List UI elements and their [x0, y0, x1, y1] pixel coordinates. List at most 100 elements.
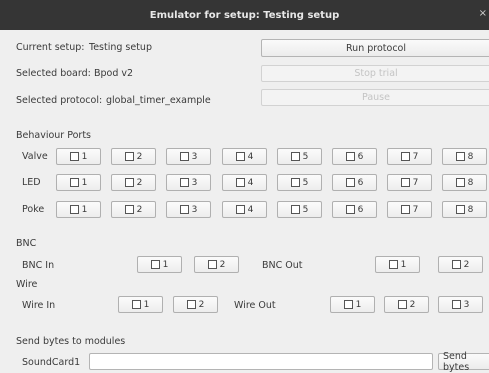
- checkbox-icon: [388, 260, 398, 269]
- port-number: 1: [400, 259, 407, 270]
- wire-in-2-checkbox[interactable]: 2: [173, 296, 218, 313]
- port-number: 2: [136, 151, 143, 162]
- checkbox-icon: [290, 205, 300, 214]
- checkbox-icon: [179, 205, 189, 214]
- behaviour-valve-port-7-checkbox[interactable]: 7: [387, 148, 432, 165]
- port-number: 1: [81, 177, 88, 188]
- behaviour-led-port-8-checkbox[interactable]: 8: [442, 174, 487, 191]
- behaviour-led-port-1-checkbox[interactable]: 1: [56, 174, 101, 191]
- behaviour-poke-port-8-checkbox[interactable]: 8: [442, 201, 487, 218]
- checkbox-icon: [179, 152, 189, 161]
- behaviour-valve-port-1-checkbox[interactable]: 1: [56, 148, 101, 165]
- checkbox-icon: [290, 152, 300, 161]
- port-number: 5: [302, 151, 309, 162]
- wire-out-1-checkbox[interactable]: 1: [330, 296, 375, 313]
- bnc-out-2-checkbox[interactable]: 2: [438, 256, 483, 273]
- window-title: Emulator for setup: Testing setup: [149, 9, 340, 21]
- behaviour-led-port-6-checkbox[interactable]: 6: [332, 174, 377, 191]
- port-number: 5: [302, 177, 309, 188]
- checkbox-icon: [451, 260, 461, 269]
- behaviour-ports-heading: Behaviour Ports: [16, 130, 92, 141]
- port-number: 3: [463, 299, 470, 310]
- port-number: 7: [412, 151, 419, 162]
- checkbox-icon: [345, 205, 355, 214]
- run-protocol-button[interactable]: Run protocol: [261, 39, 489, 57]
- behaviour-poke-port-6-checkbox[interactable]: 6: [332, 201, 377, 218]
- port-number: 3: [191, 177, 198, 188]
- behaviour-row-label: LED: [22, 177, 41, 188]
- port-number: 4: [247, 177, 254, 188]
- wire-in-label: Wire In: [22, 300, 56, 311]
- behaviour-valve-port-3-checkbox[interactable]: 3: [166, 148, 211, 165]
- port-number: 6: [357, 151, 364, 162]
- port-number: 2: [136, 204, 143, 215]
- behaviour-poke-port-5-checkbox[interactable]: 5: [277, 201, 322, 218]
- bnc-in-2-checkbox[interactable]: 2: [194, 256, 239, 273]
- wire-in-1-checkbox[interactable]: 1: [118, 296, 163, 313]
- module-name-label: SoundCard1: [22, 357, 81, 368]
- close-icon[interactable]: ×: [479, 8, 487, 19]
- behaviour-led-port-4-checkbox[interactable]: 4: [222, 174, 267, 191]
- checkbox-icon: [345, 178, 355, 187]
- behaviour-poke-port-7-checkbox[interactable]: 7: [387, 201, 432, 218]
- behaviour-poke-port-1-checkbox[interactable]: 1: [56, 201, 101, 218]
- port-number: 2: [463, 259, 470, 270]
- checkbox-icon: [69, 205, 79, 214]
- bnc-out-1-checkbox[interactable]: 1: [375, 256, 420, 273]
- checkbox-icon: [235, 205, 245, 214]
- bnc-out-label: BNC Out: [262, 260, 303, 271]
- send-bytes-button[interactable]: Send bytes: [438, 351, 489, 373]
- port-number: 2: [198, 299, 205, 310]
- behaviour-led-port-3-checkbox[interactable]: 3: [166, 174, 211, 191]
- port-number: 3: [191, 204, 198, 215]
- checkbox-icon: [455, 152, 465, 161]
- behaviour-valve-port-4-checkbox[interactable]: 4: [222, 148, 267, 165]
- behaviour-valve-port-5-checkbox[interactable]: 5: [277, 148, 322, 165]
- port-number: 2: [409, 299, 416, 310]
- send-bytes-input[interactable]: [89, 353, 433, 370]
- selected-board-value: Bpod v2: [94, 68, 134, 79]
- behaviour-poke-port-2-checkbox[interactable]: 2: [111, 201, 156, 218]
- port-number: 4: [247, 151, 254, 162]
- checkbox-icon: [400, 152, 410, 161]
- checkbox-icon: [235, 152, 245, 161]
- behaviour-poke-port-3-checkbox[interactable]: 3: [166, 201, 211, 218]
- port-number: 4: [247, 204, 254, 215]
- pause-button[interactable]: Pause: [261, 89, 489, 106]
- behaviour-valve-port-8-checkbox[interactable]: 8: [442, 148, 487, 165]
- behaviour-poke-port-4-checkbox[interactable]: 4: [222, 201, 267, 218]
- checkbox-icon: [451, 300, 461, 309]
- wire-out-3-checkbox[interactable]: 3: [438, 296, 483, 313]
- behaviour-valve-port-2-checkbox[interactable]: 2: [111, 148, 156, 165]
- port-number: 2: [219, 259, 226, 270]
- checkbox-icon: [179, 178, 189, 187]
- stop-trial-button[interactable]: Stop trial: [261, 65, 489, 82]
- port-number: 1: [81, 204, 88, 215]
- wire-out-2-checkbox[interactable]: 2: [384, 296, 429, 313]
- port-number: 2: [136, 177, 143, 188]
- port-number: 1: [162, 259, 169, 270]
- port-number: 8: [467, 151, 474, 162]
- checkbox-icon: [124, 178, 134, 187]
- checkbox-icon: [400, 178, 410, 187]
- checkbox-icon: [235, 178, 245, 187]
- behaviour-valve-port-6-checkbox[interactable]: 6: [332, 148, 377, 165]
- checkbox-icon: [455, 178, 465, 187]
- port-number: 8: [467, 204, 474, 215]
- port-number: 1: [355, 299, 362, 310]
- bnc-in-1-checkbox[interactable]: 1: [137, 256, 182, 273]
- wire-heading: Wire: [16, 279, 38, 290]
- checkbox-icon: [345, 152, 355, 161]
- checkbox-icon: [69, 152, 79, 161]
- behaviour-row-label: Poke: [22, 204, 45, 215]
- checkbox-icon: [290, 178, 300, 187]
- selected-protocol-value: global_timer_example: [106, 95, 211, 106]
- port-number: 3: [191, 151, 198, 162]
- checkbox-icon: [69, 178, 79, 187]
- behaviour-led-port-2-checkbox[interactable]: 2: [111, 174, 156, 191]
- checkbox-icon: [400, 205, 410, 214]
- behaviour-led-port-5-checkbox[interactable]: 5: [277, 174, 322, 191]
- port-number: 6: [357, 204, 364, 215]
- behaviour-led-port-7-checkbox[interactable]: 7: [387, 174, 432, 191]
- port-number: 1: [143, 299, 150, 310]
